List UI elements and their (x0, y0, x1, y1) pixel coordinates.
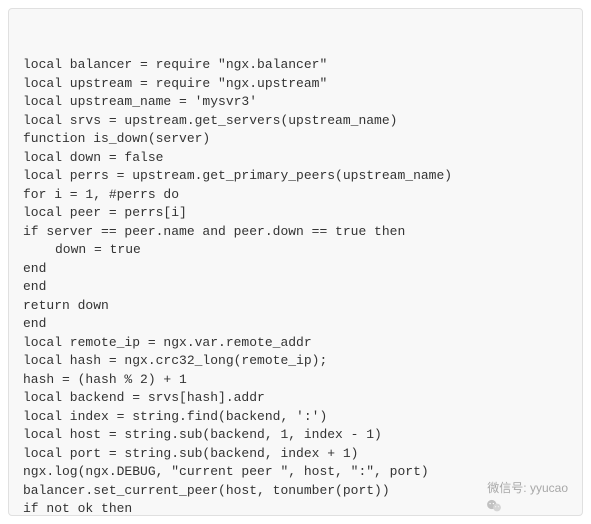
code-line: end (23, 315, 568, 334)
code-line: local perrs = upstream.get_primary_peers… (23, 167, 568, 186)
code-line: local down = false (23, 149, 568, 168)
code-line: local peer = perrs[i] (23, 204, 568, 223)
code-line: local remote_ip = ngx.var.remote_addr (23, 334, 568, 353)
code-line: function is_down(server) (23, 130, 568, 149)
code-line: end (23, 278, 568, 297)
code-line: local index = string.find(backend, ':') (23, 408, 568, 427)
code-line: local upstream_name = 'mysvr3' (23, 93, 568, 112)
code-line: down = true (23, 241, 568, 260)
code-line: for i = 1, #perrs do (23, 186, 568, 205)
code-lines: local balancer = require "ngx.balancer"l… (23, 56, 568, 516)
code-line: return down (23, 297, 568, 316)
code-line: balancer.set_current_peer(host, tonumber… (23, 482, 568, 501)
code-line: local srvs = upstream.get_servers(upstre… (23, 112, 568, 131)
code-line: local hash = ngx.crc32_long(remote_ip); (23, 352, 568, 371)
code-line: end (23, 260, 568, 279)
code-line: local upstream = require "ngx.upstream" (23, 75, 568, 94)
code-line: ngx.log(ngx.DEBUG, "current peer ", host… (23, 463, 568, 482)
code-line: local port = string.sub(backend, index +… (23, 445, 568, 464)
code-line: local backend = srvs[hash].addr (23, 389, 568, 408)
code-line: if not ok then (23, 500, 568, 516)
code-line: if server == peer.name and peer.down == … (23, 223, 568, 242)
code-block: local balancer = require "ngx.balancer"l… (8, 8, 583, 516)
code-line: local host = string.sub(backend, 1, inde… (23, 426, 568, 445)
code-line: hash = (hash % 2) + 1 (23, 371, 568, 390)
code-line: local balancer = require "ngx.balancer" (23, 56, 568, 75)
